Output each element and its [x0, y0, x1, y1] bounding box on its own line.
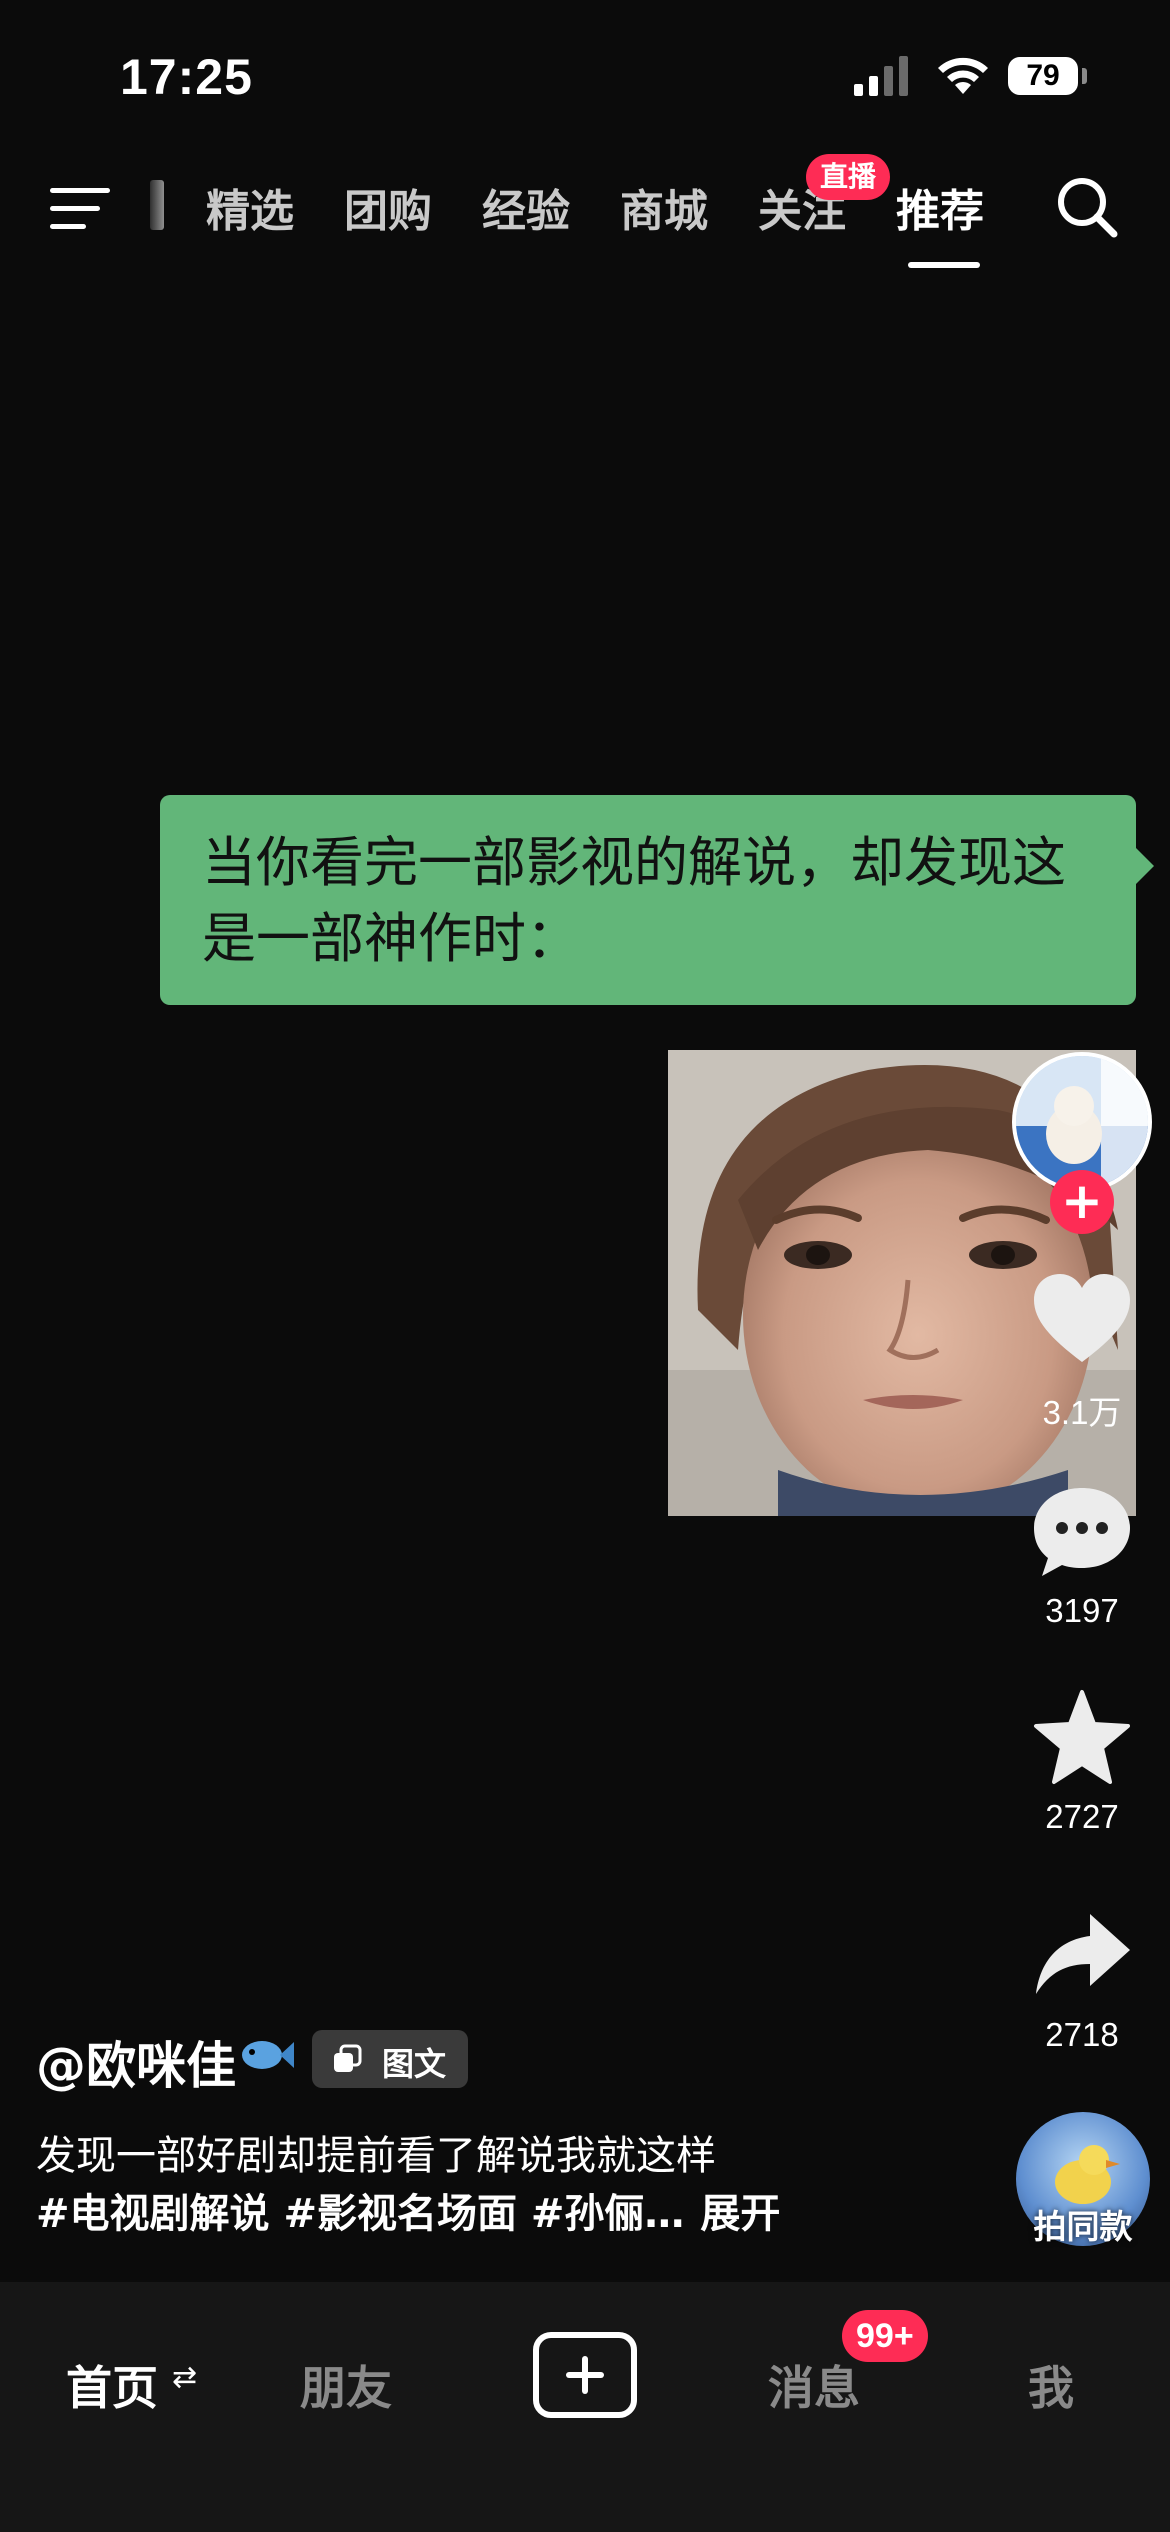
tab-featured[interactable]: 精选	[206, 175, 294, 239]
share-count: 2718	[1045, 2016, 1119, 2053]
plus-icon-horizontal	[566, 2372, 604, 2378]
tab-messages[interactable]: 消息	[768, 2352, 860, 2418]
status-time: 17:25	[120, 49, 253, 105]
chat-bubble-caption: 当你看完一部影视的解说，却发现这是一部神作时：	[160, 795, 1136, 1005]
refresh-swap-icon: ⇄	[172, 2360, 198, 2395]
tab-home[interactable]: 首页	[66, 2352, 158, 2418]
tab-friends[interactable]: 朋友	[300, 2352, 392, 2418]
tab-mall[interactable]: 商城	[620, 175, 708, 239]
comment-icon[interactable]	[1030, 1482, 1134, 1582]
nav-scroll-fade	[150, 180, 164, 230]
battery-indicator: 79	[1008, 57, 1078, 95]
remix-label[interactable]: 拍同款	[1000, 2200, 1166, 2248]
create-post-button[interactable]	[533, 2332, 637, 2418]
image-post-icon	[334, 2044, 362, 2072]
expand-link[interactable]: 展开	[700, 2191, 780, 2237]
author-handle[interactable]: @欧咪佳	[36, 2026, 236, 2098]
post-type-tag: 图文	[312, 2030, 468, 2088]
star-icon[interactable]	[1030, 1688, 1134, 1788]
signal-bars-icon	[854, 56, 908, 96]
hashtags-text[interactable]: #电视剧解说 #影视名场面 #孙俪…	[36, 2191, 684, 2237]
tab-experience[interactable]: 经验	[482, 175, 570, 239]
heart-icon[interactable]	[1030, 1270, 1134, 1370]
like-count: 3.1万	[1042, 1394, 1122, 1431]
follow-plus-button[interactable]: +	[1050, 1170, 1114, 1234]
chat-bubble-tail	[1136, 848, 1154, 884]
bottom-tab-bar: 首页 ⇄ 朋友 消息 99+ 我	[0, 2282, 1170, 2532]
fish-emoji-icon	[242, 2041, 294, 2069]
share-icon[interactable]	[1030, 1906, 1134, 2006]
avatar-image	[1016, 1056, 1148, 1188]
post-type-label: 图文	[382, 2045, 447, 2083]
menu-icon[interactable]	[50, 180, 116, 238]
battery-nub	[1082, 68, 1087, 84]
tab-recommended[interactable]: 推荐	[896, 175, 984, 239]
post-hashtags[interactable]: #电视剧解说 #影视名场面 #孙俪… 展开	[36, 2186, 780, 2242]
messages-badge: 99+	[842, 2310, 928, 2362]
top-nav: 精选 团购 经验 商城 关注 直播 推荐	[0, 150, 1170, 280]
post-description: 发现一部好剧却提前看了解说我就这样	[36, 2133, 716, 2179]
tab-group-buy[interactable]: 团购	[344, 175, 432, 239]
favorite-count: 2727	[1045, 1798, 1119, 1835]
comment-count: 3197	[1045, 1592, 1119, 1629]
live-badge: 直播	[806, 154, 891, 200]
tab-me[interactable]: 我	[1028, 2352, 1074, 2418]
status-bar: 17:25 79	[0, 0, 1170, 150]
active-tab-indicator	[908, 262, 980, 268]
search-icon[interactable]	[1052, 172, 1122, 242]
wifi-icon	[938, 57, 988, 94]
